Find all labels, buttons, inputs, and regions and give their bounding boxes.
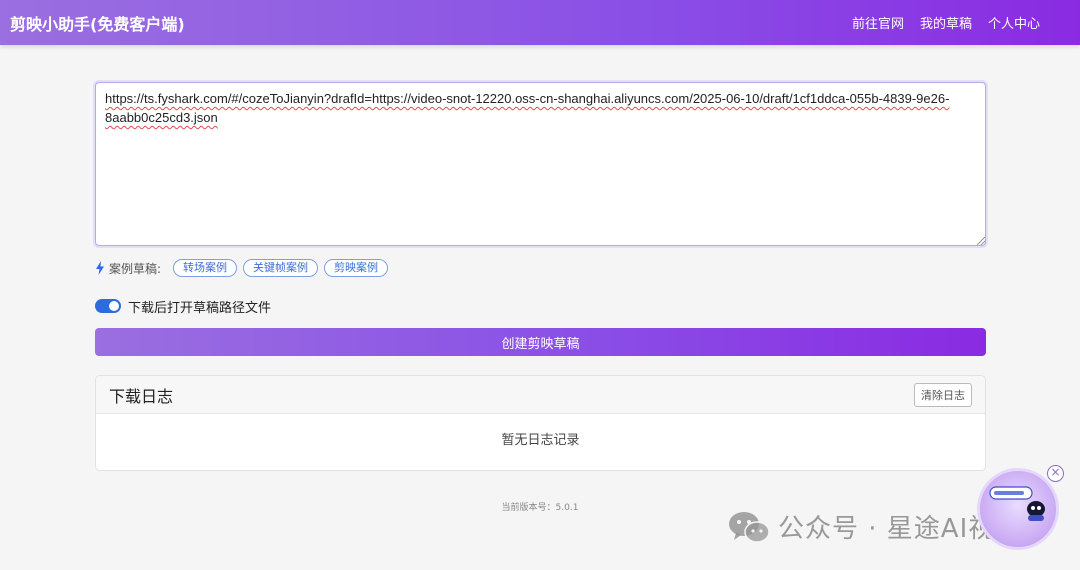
textarea-resize-handle[interactable] — [977, 237, 985, 245]
nav-link-official-site[interactable]: 前往官网 — [852, 13, 904, 32]
robot-assistant-icon — [989, 486, 1045, 521]
download-log-title: 下载日志 — [109, 386, 174, 406]
toggle-knob — [109, 301, 119, 311]
draft-url-input[interactable] — [95, 82, 986, 246]
open-folder-toggle[interactable] — [95, 299, 121, 313]
open-folder-toggle-row: 下载后打开草稿路径文件 — [95, 297, 272, 316]
assistant-floating-button[interactable] — [977, 468, 1059, 550]
top-navbar: 剪映小助手(免费客户端) 前往官网 我的草稿 个人中心 — [0, 0, 1080, 45]
example-tag-jianying[interactable]: 剪映案例 — [324, 259, 389, 277]
example-drafts-label: 案例草稿: — [109, 261, 162, 276]
close-icon[interactable]: × — [1047, 465, 1064, 482]
open-folder-toggle-label: 下载后打开草稿路径文件 — [128, 300, 272, 316]
example-drafts-row: 案例草稿: 转场案例 关键帧案例 剪映案例 — [95, 258, 394, 278]
nav-link-profile[interactable]: 个人中心 — [988, 13, 1040, 32]
nav-links: 前往官网 我的草稿 个人中心 — [852, 13, 1040, 32]
app-title: 剪映小助手(免费客户端) — [10, 14, 185, 34]
lightning-bolt-icon — [96, 261, 104, 275]
nav-link-my-drafts[interactable]: 我的草稿 — [920, 13, 972, 32]
example-tag-keyframe[interactable]: 关键帧案例 — [243, 259, 319, 277]
download-log-header: 下载日志 清除日志 — [96, 376, 985, 414]
create-draft-button[interactable]: 创建剪映草稿 — [95, 328, 986, 356]
wechat-icon — [729, 511, 770, 543]
download-log-card: 下载日志 清除日志 暂无日志记录 — [95, 375, 986, 471]
log-empty-message: 暂无日志记录 — [501, 433, 580, 448]
example-tag-transition[interactable]: 转场案例 — [173, 259, 238, 277]
clear-log-button[interactable]: 清除日志 — [914, 382, 972, 407]
